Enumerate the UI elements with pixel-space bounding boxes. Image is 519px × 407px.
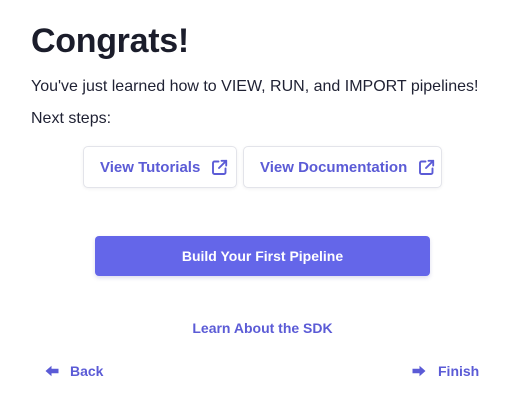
back-button[interactable]: Back: [45, 362, 103, 380]
next-steps-label: Next steps:: [31, 110, 112, 127]
view-documentation-label: View Documentation: [260, 158, 408, 176]
view-tutorials-label: View Tutorials: [100, 158, 201, 176]
external-link-icon: [211, 159, 228, 176]
learn-about-sdk-link[interactable]: Learn About the SDK: [0, 320, 519, 336]
external-link-icon: [418, 159, 435, 176]
arrow-right-icon: [412, 365, 426, 377]
page-title: Congrats!: [31, 22, 189, 60]
completion-message: You've just learned how to VIEW, RUN, an…: [31, 78, 479, 95]
view-tutorials-button[interactable]: View Tutorials: [83, 146, 237, 188]
build-first-pipeline-button[interactable]: Build Your First Pipeline: [95, 236, 430, 276]
view-documentation-button[interactable]: View Documentation: [243, 146, 442, 188]
back-label: Back: [70, 363, 104, 379]
finish-button[interactable]: Finish: [412, 362, 479, 380]
finish-label: Finish: [438, 363, 480, 379]
arrow-left-icon: [45, 365, 59, 377]
